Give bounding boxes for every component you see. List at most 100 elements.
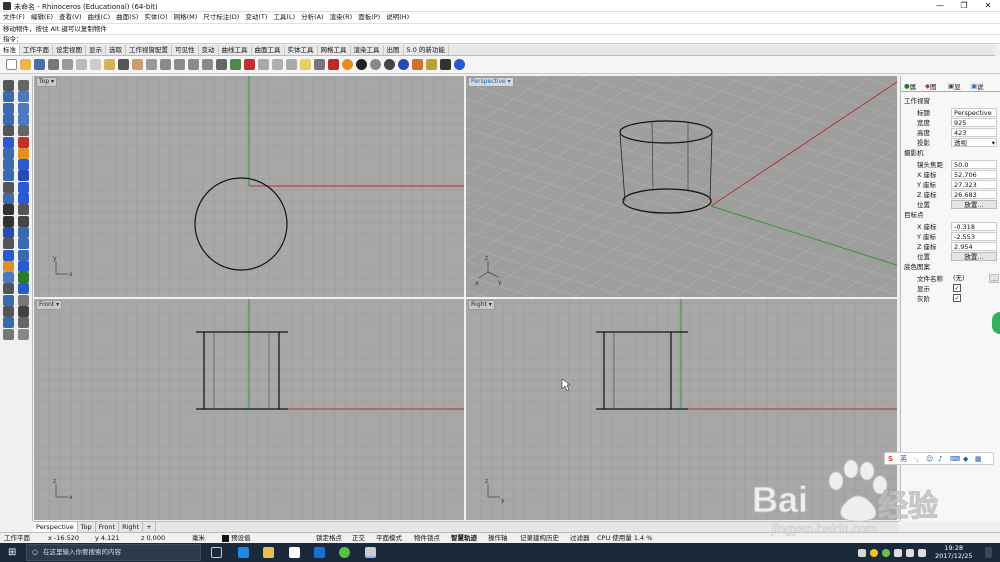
- tab-curve-tools[interactable]: 曲线工具: [219, 45, 252, 55]
- polygon-icon[interactable]: [3, 125, 14, 137]
- menu-tools[interactable]: 工具(L): [270, 12, 298, 23]
- network-icon[interactable]: [894, 549, 902, 557]
- check-icon[interactable]: [18, 283, 29, 295]
- tab-viewport-layout[interactable]: 工作视窗配置: [126, 45, 172, 55]
- osnap-toggle[interactable]: 物件锁点: [414, 533, 440, 543]
- clock[interactable]: 19:28 2017/12/25: [935, 544, 972, 560]
- app-360-icon[interactable]: [339, 547, 350, 558]
- prop-width-field[interactable]: 925: [951, 118, 997, 127]
- join-icon[interactable]: [3, 215, 14, 227]
- menu-solid[interactable]: 实体(O): [141, 12, 170, 23]
- volume-icon[interactable]: [906, 549, 914, 557]
- tab-display[interactable]: ▣ 显: [948, 81, 961, 91]
- rotate-view-icon[interactable]: [145, 59, 157, 70]
- cplane-icon[interactable]: [243, 59, 255, 70]
- tab-transform[interactable]: 变动: [199, 45, 219, 55]
- zoom-extents-icon[interactable]: [187, 59, 199, 70]
- rectangle-icon[interactable]: [18, 113, 29, 125]
- options-icon[interactable]: [411, 59, 423, 70]
- help-icon[interactable]: [453, 59, 465, 70]
- group-icon[interactable]: [439, 59, 451, 70]
- rhino-taskbar-icon[interactable]: [365, 547, 376, 558]
- material-icon[interactable]: [18, 272, 29, 284]
- tab-set-view[interactable]: 设定视图: [53, 45, 86, 55]
- planar-toggle[interactable]: 平面模式: [376, 533, 402, 543]
- menu-view[interactable]: 查看(V): [56, 12, 85, 23]
- text-icon[interactable]: [18, 125, 29, 137]
- grid-icon[interactable]: [3, 260, 14, 272]
- import-icon[interactable]: [61, 59, 73, 70]
- four-views-icon[interactable]: [229, 59, 241, 70]
- prop-height-field[interactable]: 423: [951, 128, 997, 137]
- tab-top[interactable]: Top: [78, 522, 96, 532]
- fillet-icon[interactable]: [3, 136, 14, 148]
- new-icon[interactable]: [5, 59, 17, 70]
- material-sphere-icon[interactable]: [355, 59, 367, 70]
- viewport-right-label[interactable]: Right ▾: [468, 300, 495, 310]
- trim-icon[interactable]: [3, 204, 14, 216]
- select-icon[interactable]: [285, 59, 297, 70]
- ime-tray-icon[interactable]: [918, 549, 926, 557]
- cut-icon[interactable]: [75, 59, 87, 70]
- tray-360-icon[interactable]: [882, 549, 890, 557]
- environment-icon[interactable]: [397, 59, 409, 70]
- tab-help[interactable]: ▣ 说: [971, 81, 984, 91]
- shade-icon[interactable]: [257, 59, 269, 70]
- scale-icon[interactable]: [3, 193, 14, 204]
- light-icon[interactable]: [3, 306, 14, 317]
- mirror-icon[interactable]: [18, 193, 29, 204]
- keyboard-icon[interactable]: ⌨: [950, 454, 960, 464]
- tab-visibility[interactable]: 可见性: [172, 45, 199, 55]
- print-icon[interactable]: [47, 59, 59, 70]
- lock-icon[interactable]: [313, 59, 325, 70]
- filter-toggle[interactable]: 过滤器: [570, 533, 590, 543]
- viewport-front[interactable]: zx Front ▾: [34, 299, 464, 520]
- light-icon[interactable]: [299, 59, 311, 70]
- menu-analyze[interactable]: 分析(A): [298, 12, 327, 23]
- tab-render-tools[interactable]: 渲染工具: [351, 45, 384, 55]
- tab-display[interactable]: 显示: [86, 45, 106, 55]
- menu-panels[interactable]: 面板(P): [355, 12, 383, 23]
- maximize-button[interactable]: ❐: [952, 0, 976, 12]
- boolean-icon[interactable]: [3, 170, 14, 182]
- save-icon[interactable]: [33, 59, 45, 70]
- object-props-icon[interactable]: [425, 59, 437, 70]
- zoom-window-icon[interactable]: [173, 59, 185, 70]
- analyze-icon[interactable]: [18, 249, 29, 261]
- polyline-icon[interactable]: [3, 91, 14, 103]
- grayscale-checkbox[interactable]: ✓: [953, 294, 961, 302]
- menu-curve[interactable]: 曲线(C): [85, 12, 114, 23]
- tab-front[interactable]: Front: [96, 522, 120, 532]
- menu-render[interactable]: 渲染(R): [327, 12, 356, 23]
- circle-icon[interactable]: [3, 102, 14, 114]
- render-preview-icon[interactable]: [383, 59, 395, 70]
- menu-help[interactable]: 说明(H): [383, 12, 412, 23]
- render-sphere-icon[interactable]: [369, 59, 381, 70]
- notification-icon[interactable]: [985, 547, 992, 558]
- gumball-toggle[interactable]: 操作轴: [488, 533, 508, 543]
- camera-x-field[interactable]: 52.706: [951, 170, 997, 179]
- pan-hand-icon[interactable]: [131, 59, 143, 70]
- mail-icon[interactable]: [314, 547, 325, 558]
- viewport-top[interactable]: yx Top ▾: [34, 76, 464, 297]
- history-icon[interactable]: [3, 328, 14, 340]
- undo-view-icon[interactable]: [215, 59, 227, 70]
- tab-select[interactable]: 选取: [106, 45, 126, 55]
- snap-icon[interactable]: [18, 260, 29, 272]
- group-icon[interactable]: [3, 226, 14, 238]
- sphere-icon[interactable]: [18, 159, 29, 171]
- ortho-toggle[interactable]: 正交: [352, 533, 365, 543]
- command-input[interactable]: 指令：: [0, 34, 1000, 44]
- tab-surface-tools[interactable]: 曲面工具: [252, 45, 285, 55]
- text-block-icon[interactable]: [18, 238, 29, 250]
- paste-icon[interactable]: [103, 59, 115, 70]
- tab-standard[interactable]: 标准: [0, 45, 20, 55]
- edge-browser-icon[interactable]: [238, 547, 249, 558]
- viewport-perspective[interactable]: z x y Perspective ▾: [466, 76, 897, 297]
- camera-place-button[interactable]: 放置...: [951, 200, 997, 209]
- menu-transform[interactable]: 变动(T): [242, 12, 270, 23]
- menu-dimension[interactable]: 尺寸标注(D): [200, 12, 242, 23]
- windows-start-icon[interactable]: ⊞: [8, 547, 16, 558]
- tab-solid-tools[interactable]: 实体工具: [285, 45, 318, 55]
- select-arrow-icon[interactable]: [3, 80, 14, 91]
